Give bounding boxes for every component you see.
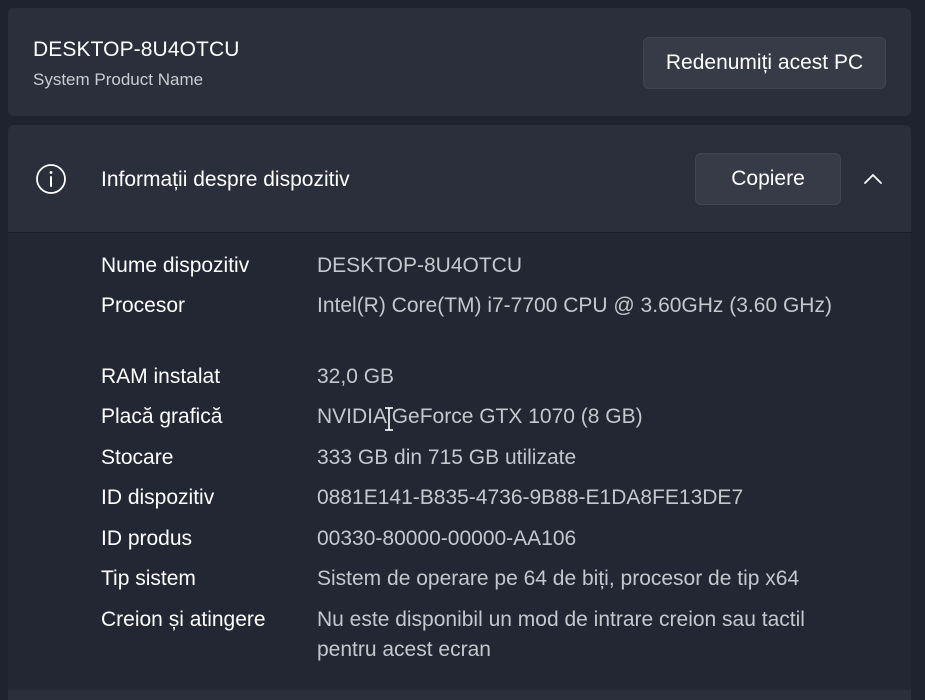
info-circle-icon [36, 164, 66, 194]
spec-label: RAM instalat [101, 365, 221, 388]
text-cursor-icon [385, 407, 393, 431]
chevron-up-icon[interactable] [859, 165, 887, 193]
spec-label: ID dispozitiv [101, 486, 215, 509]
spec-value: Sistem de operare pe 64 de biți, proceso… [317, 567, 800, 590]
spec-value: 333 GB din 715 GB utilizate [317, 446, 577, 469]
spec-label: ID produs [101, 527, 193, 550]
spec-value: Nu este disponibil un mod de intrare cre… [317, 608, 805, 661]
system-name-card: DESKTOP-8U4OTCU System Product Name Rede… [8, 8, 911, 116]
spec-label: Tip sistem [101, 567, 196, 590]
spec-value: 32,0 GB [317, 365, 395, 388]
device-info-title: Informații despre dispozitiv [101, 168, 350, 191]
spec-label: Stocare [101, 446, 174, 469]
spec-value: Intel(R) Core(TM) i7-7700 CPU @ 3.60GHz … [317, 294, 832, 317]
device-info-header[interactable]: Informații despre dispozitiv Copiere [8, 125, 911, 233]
spec-label: Placă grafică [101, 405, 223, 428]
spec-value: DESKTOP-8U4OTCU [317, 254, 522, 277]
spec-label: Procesor [101, 294, 186, 317]
rename-pc-button[interactable]: Redenumiți acest PC [643, 37, 886, 89]
device-info-card: Informații despre dispozitiv Copiere Num… [8, 125, 911, 700]
spec-label: Creion și atingere [101, 608, 266, 631]
copy-button[interactable]: Copiere [695, 153, 841, 205]
pc-name: DESKTOP-8U4OTCU [33, 38, 240, 61]
spec-value: 0881E141-B835-4736-9B88-E1DA8FE13DE7 [317, 486, 744, 509]
next-card-edge [8, 690, 911, 700]
spec-label: Nume dispozitiv [101, 254, 250, 277]
spec-value: 00330-80000-00000-AA106 [317, 527, 577, 550]
settings-about-page: DESKTOP-8U4OTCU System Product Name Rede… [0, 0, 925, 700]
product-name: System Product Name [33, 70, 204, 89]
